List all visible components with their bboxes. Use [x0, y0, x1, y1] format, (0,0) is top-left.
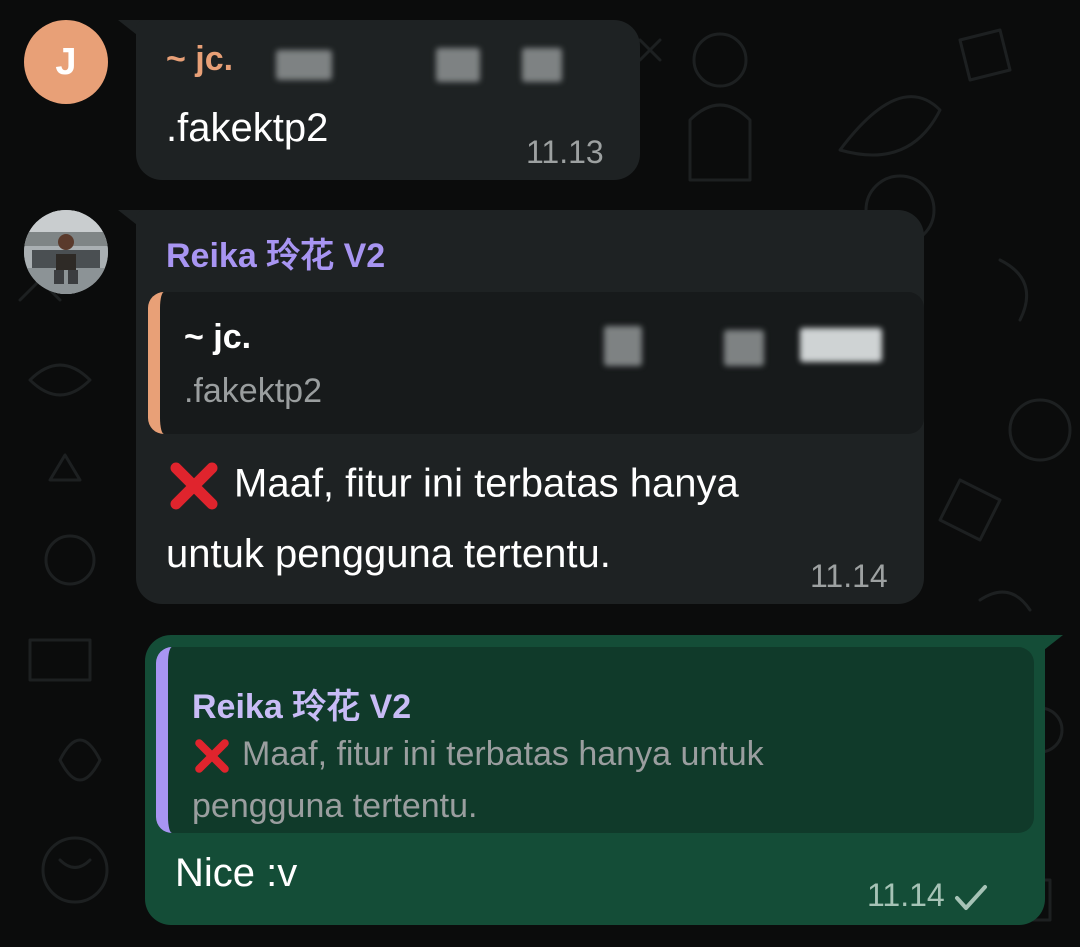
quote-text-line: Maaf, fitur ini terbatas hanya untuk — [192, 729, 764, 779]
message-text: Maaf, fitur ini terbatas hanya — [234, 461, 739, 506]
message-time: 11.13 — [526, 134, 604, 170]
message-status: 11.14 — [867, 877, 989, 914]
redacted-phone-part — [276, 50, 332, 80]
message-text-line2: untuk pengguna tertentu. — [166, 532, 611, 576]
message-bubble-reika[interactable]: Reika 玲花 V2 ~ jc. .fakektp2 Maaf, fitur … — [136, 210, 924, 604]
redacted-phone-part — [522, 48, 562, 82]
message-text-line: Maaf, fitur ini terbatas hanya — [166, 458, 739, 514]
redacted-phone-part — [436, 48, 480, 82]
quote-text: Maaf, fitur ini terbatas hanya untuk — [242, 735, 764, 773]
message-time: 11.14 — [867, 877, 945, 913]
quote-sender: ~ jc. — [184, 318, 252, 356]
quote-text-line2: pengguna tertentu. — [192, 787, 478, 825]
sender-name[interactable]: Reika 玲花 V2 — [166, 228, 385, 277]
avatar-reika[interactable] — [24, 210, 108, 294]
cross-mark-icon — [170, 462, 218, 510]
avatar-initial: J — [55, 40, 77, 83]
reply-quote[interactable]: Reika 玲花 V2 Maaf, fitur ini terbatas han… — [156, 647, 1034, 833]
quote-sender: Reika 玲花 V2 — [192, 688, 412, 726]
message-bubble-jc[interactable]: ~ jc. .fakektp2 11.13 — [136, 20, 640, 180]
single-check-icon — [954, 884, 987, 910]
reply-quote[interactable]: ~ jc. .fakektp2 — [148, 292, 924, 434]
quote-text: .fakektp2 — [184, 372, 322, 410]
avatar-photo — [24, 210, 108, 294]
message-bubble-outgoing[interactable]: Reika 玲花 V2 Maaf, fitur ini terbatas han… — [145, 635, 1045, 925]
redacted-phone-part — [800, 328, 882, 362]
avatar-jc[interactable]: J — [24, 20, 108, 104]
sender-name[interactable]: ~ jc. — [166, 40, 233, 79]
redacted-phone-part — [724, 330, 764, 366]
message-time: 11.14 — [810, 558, 888, 594]
redacted-phone-part — [604, 326, 642, 366]
message-text: Nice :v — [175, 851, 298, 895]
message-text: .fakektp2 — [166, 106, 329, 150]
cross-mark-icon — [195, 739, 229, 773]
